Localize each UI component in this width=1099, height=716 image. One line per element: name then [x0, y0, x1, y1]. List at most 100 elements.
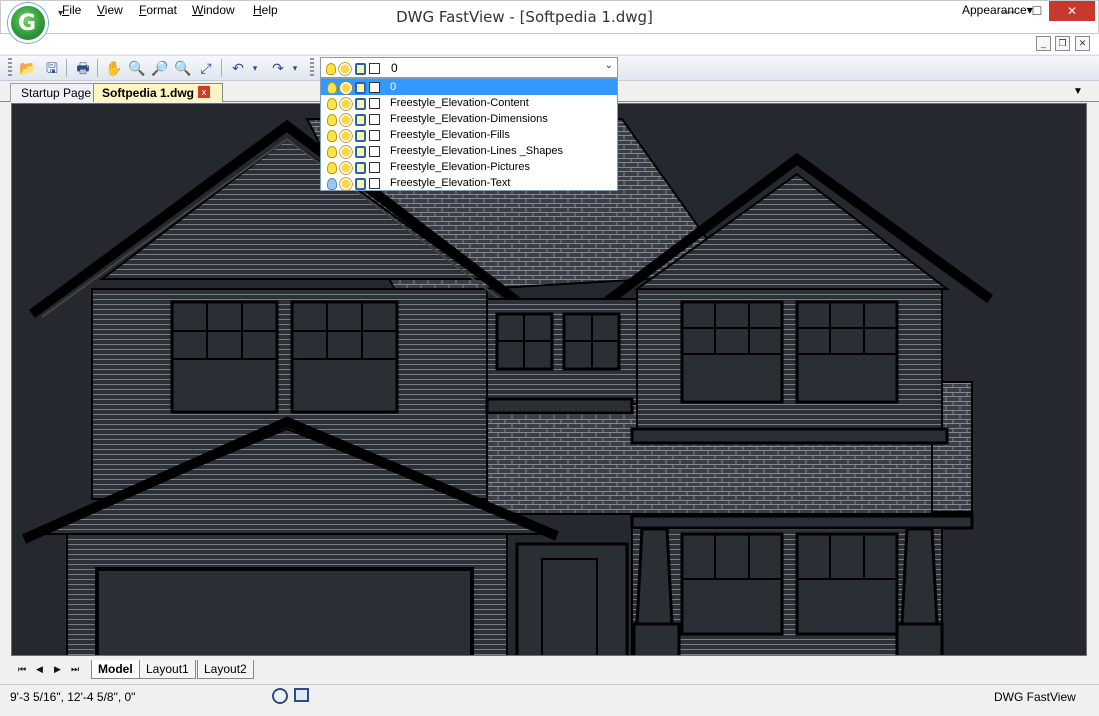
layer-row[interactable]: Freestyle_Elevation-Lines _Shapes: [321, 143, 617, 159]
layer-row[interactable]: 0: [321, 79, 617, 95]
lock-icon[interactable]: [355, 145, 366, 158]
tab-close-icon[interactable]: x: [198, 86, 210, 98]
sun-icon[interactable]: [341, 163, 351, 173]
layer-row[interactable]: Freestyle_Elevation-Text: [321, 175, 617, 191]
bulb-icon[interactable]: [327, 129, 337, 142]
menu-format[interactable]: Format: [139, 3, 177, 17]
redo-icon[interactable]: ↷: [268, 59, 288, 77]
tab-startup-page[interactable]: Startup Page: [10, 83, 103, 102]
layer-row[interactable]: Freestyle_Elevation-Pictures: [321, 159, 617, 175]
document-close-button[interactable]: ✕: [1075, 36, 1090, 51]
zoom-in-icon[interactable]: 🔎: [150, 59, 170, 77]
bulb-icon[interactable]: [327, 177, 337, 190]
layer-name: 0: [390, 81, 397, 93]
bulb-icon[interactable]: [327, 81, 337, 94]
bulb-icon[interactable]: [327, 161, 337, 174]
tab-model[interactable]: Model: [91, 660, 140, 679]
find-icon[interactable]: [272, 688, 288, 704]
color-swatch-icon[interactable]: [369, 82, 380, 94]
appearance-menu[interactable]: Appearance▾: [962, 3, 1033, 17]
print-icon[interactable]: 🖶: [73, 59, 93, 77]
pan-icon[interactable]: ✋: [104, 59, 124, 77]
layer-state-icons: [327, 128, 383, 142]
lock-icon[interactable]: [355, 97, 366, 110]
layer-state-icons: [327, 96, 383, 110]
layer-dropdown-list[interactable]: 0 Freestyle_Elevation-Content Freestyle_El…: [320, 78, 618, 191]
color-swatch-icon[interactable]: [369, 130, 380, 142]
color-swatch-icon: [369, 63, 381, 75]
bulb-on-icon: [326, 62, 336, 75]
menu-help[interactable]: Help: [253, 3, 278, 17]
sun-icon[interactable]: [341, 99, 351, 109]
tab-layout1[interactable]: Layout1: [139, 660, 196, 679]
menu-file[interactable]: File: [62, 3, 81, 17]
layer-name: Freestyle_Elevation-Lines _Shapes: [390, 145, 564, 157]
menu-bar: [0, 34, 1099, 54]
previous-layout-icon[interactable]: ◀: [36, 664, 43, 675]
toolbar-grip[interactable]: [310, 58, 314, 78]
layer-row[interactable]: Freestyle_Elevation-Dimensions: [321, 111, 617, 127]
lock-icon[interactable]: [355, 161, 366, 174]
layer-name: Freestyle_Elevation-Text: [390, 177, 511, 189]
layer-row[interactable]: Freestyle_Elevation-Fills: [321, 127, 617, 143]
color-swatch-icon[interactable]: [369, 178, 380, 190]
layer-name: Freestyle_Elevation-Pictures: [390, 161, 531, 173]
zoom-icon[interactable]: 🔍: [127, 59, 147, 77]
tab-list-icon[interactable]: ▼: [1073, 86, 1083, 97]
layer-state-icons: [327, 160, 383, 174]
open-icon[interactable]: 📂: [18, 59, 38, 77]
layer-state-icons: [327, 144, 383, 158]
layer-name: Freestyle_Elevation-Fills: [390, 129, 510, 141]
sun-icon[interactable]: [341, 179, 351, 189]
sun-icon: [340, 64, 350, 74]
toolbar-separator: [97, 59, 98, 77]
viewport-icon[interactable]: [294, 688, 309, 702]
layer-combo[interactable]: 0 ⌄: [320, 57, 618, 78]
next-layout-icon[interactable]: ▶: [54, 664, 61, 675]
redo-dropdown-icon[interactable]: ▾: [290, 59, 300, 77]
tab-layout2[interactable]: Layout2: [197, 660, 254, 679]
chevron-down-icon[interactable]: ⌄: [605, 60, 613, 71]
undo-icon[interactable]: ↶: [228, 59, 248, 77]
zoom-extents-icon[interactable]: ⤢: [196, 59, 216, 77]
layer-combo-value: 0: [391, 61, 398, 75]
app-logo-icon[interactable]: G: [8, 3, 48, 43]
first-layout-icon[interactable]: ⏮: [18, 664, 26, 675]
document-restore-button[interactable]: ❐: [1055, 36, 1070, 51]
sun-icon[interactable]: [341, 147, 351, 157]
undo-dropdown-icon[interactable]: ▾: [250, 59, 260, 77]
status-bar: [0, 684, 1099, 716]
layer-state-icons: [327, 176, 383, 190]
bulb-icon[interactable]: [327, 113, 337, 126]
status-app-name: DWG FastView: [994, 690, 1076, 704]
menu-window[interactable]: Window: [192, 3, 235, 17]
save-as-icon[interactable]: 🖫: [42, 59, 62, 77]
window-close-button[interactable]: ✕: [1049, 1, 1095, 21]
last-layout-icon[interactable]: ⏭: [71, 664, 79, 675]
menu-view[interactable]: View: [97, 3, 123, 17]
layer-name: Freestyle_Elevation-Dimensions: [390, 113, 548, 125]
sun-icon[interactable]: [341, 83, 351, 93]
zoom-window-icon[interactable]: 🔍: [173, 59, 193, 77]
lock-icon[interactable]: [355, 113, 366, 126]
lock-icon[interactable]: [355, 81, 366, 94]
bulb-icon[interactable]: [327, 97, 337, 110]
toolbar-separator: [221, 59, 222, 77]
bulb-icon[interactable]: [327, 145, 337, 158]
lock-icon: [354, 62, 366, 75]
sun-icon[interactable]: [341, 115, 351, 125]
color-swatch-icon[interactable]: [369, 114, 380, 126]
layer-name: Freestyle_Elevation-Content: [390, 97, 529, 109]
sun-icon[interactable]: [341, 131, 351, 141]
layer-state-icons: [327, 112, 383, 126]
color-swatch-icon[interactable]: [369, 162, 380, 174]
document-minimize-button[interactable]: _: [1036, 36, 1051, 51]
toolbar-grip[interactable]: [8, 58, 12, 78]
layer-state-icons: [327, 80, 383, 94]
lock-icon[interactable]: [355, 177, 366, 190]
color-swatch-icon[interactable]: [369, 146, 380, 158]
lock-icon[interactable]: [355, 129, 366, 142]
toolbar-separator: [66, 59, 67, 77]
color-swatch-icon[interactable]: [369, 98, 380, 110]
layer-row[interactable]: Freestyle_Elevation-Content: [321, 95, 617, 111]
